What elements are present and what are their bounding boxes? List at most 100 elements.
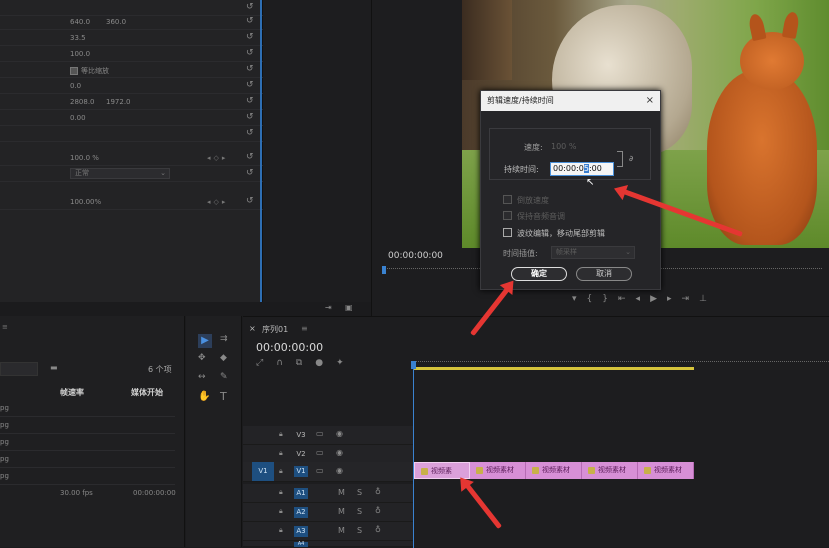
work-area-bar[interactable] bbox=[413, 367, 694, 370]
type-tool-icon[interactable]: T bbox=[220, 390, 227, 403]
reset-icon[interactable]: ↺ bbox=[246, 80, 256, 90]
dialog-titlebar[interactable]: 剪辑速度/持续时间 × bbox=[481, 91, 660, 111]
reverse-checkbox[interactable] bbox=[503, 195, 512, 204]
hand-tool-icon[interactable]: ✋ bbox=[198, 391, 210, 402]
lock-icon[interactable]: 🔒︎ bbox=[279, 467, 283, 476]
snap-icon[interactable]: ∩ bbox=[276, 358, 296, 368]
track-label[interactable]: A4 bbox=[294, 542, 308, 547]
scale-width-value[interactable]: 100.0 bbox=[70, 50, 90, 58]
list-item[interactable]: pg bbox=[0, 468, 175, 485]
reset-icon[interactable]: ↺ bbox=[246, 128, 256, 138]
track-label[interactable]: V1 bbox=[294, 466, 308, 477]
in-point-icon[interactable]: { bbox=[587, 294, 603, 304]
microphone-icon[interactable]: ♁ bbox=[375, 487, 381, 496]
solo-icon[interactable]: S bbox=[357, 526, 362, 535]
eye-icon[interactable]: ◉ bbox=[336, 448, 343, 457]
timeline-timecode[interactable]: 00:00:00:00 bbox=[256, 341, 323, 354]
video-clip[interactable]: 视频素材 bbox=[470, 462, 526, 479]
reset-icon[interactable]: ↺ bbox=[246, 112, 256, 122]
linked-icon[interactable]: ⧉ bbox=[296, 358, 315, 368]
wrench-icon[interactable]: ✦ bbox=[336, 358, 357, 368]
lift-icon[interactable]: ⊥ bbox=[699, 294, 717, 304]
reset-icon[interactable]: ↺ bbox=[246, 32, 256, 42]
export-frame-icon[interactable]: ▣ bbox=[345, 303, 353, 312]
marker-icon[interactable]: ▾ bbox=[572, 294, 587, 304]
go-to-in-icon[interactable]: ⇤ bbox=[618, 294, 636, 304]
list-item[interactable]: pg bbox=[0, 434, 175, 451]
list-item[interactable]: pg bbox=[0, 400, 175, 417]
lock-icon[interactable]: 🔒︎ bbox=[279, 449, 283, 458]
eye-icon[interactable]: ◉ bbox=[336, 466, 343, 475]
ripple-edit-icon[interactable]: ✥ bbox=[198, 353, 206, 363]
rotation-value[interactable]: 0.0 bbox=[70, 82, 81, 90]
selection-tool-icon[interactable]: ▶ bbox=[198, 334, 212, 348]
panel-menu-icon[interactable]: ≡ bbox=[2, 323, 8, 331]
search-input[interactable] bbox=[0, 362, 38, 376]
track-label[interactable]: A3 bbox=[294, 526, 308, 537]
out-point-icon[interactable]: } bbox=[602, 294, 618, 304]
video-clip[interactable]: 视频素材 bbox=[526, 462, 582, 479]
speed-value[interactable]: 100.00% bbox=[70, 198, 101, 206]
duration-input[interactable]: 00:00:05:00 bbox=[550, 162, 614, 176]
track-label[interactable]: A1 bbox=[294, 488, 308, 499]
insert-icon[interactable]: ⇥ bbox=[325, 303, 332, 312]
microphone-icon[interactable]: ♁ bbox=[375, 506, 381, 515]
lock-icon[interactable]: 🔒︎ bbox=[279, 488, 283, 497]
scale-value[interactable]: 33.5 bbox=[70, 34, 86, 42]
uniform-scale-checkbox[interactable]: 等比缩放 bbox=[70, 66, 109, 76]
reset-icon[interactable]: ↺ bbox=[246, 16, 256, 26]
interpolation-select[interactable]: 帧采样 ⌄ bbox=[551, 246, 635, 259]
sync-icon[interactable]: ▭ bbox=[316, 466, 324, 475]
ripple-checkbox[interactable] bbox=[503, 228, 512, 237]
nest-icon[interactable]: ⤢ bbox=[256, 358, 276, 368]
list-item[interactable]: pg bbox=[0, 417, 175, 434]
source-patch-v1[interactable]: V1 bbox=[252, 462, 274, 481]
solo-icon[interactable]: S bbox=[357, 507, 362, 516]
track-select-icon[interactable]: ⇉ bbox=[220, 334, 228, 344]
close-icon[interactable]: × bbox=[646, 91, 654, 111]
eye-icon[interactable]: ◉ bbox=[336, 429, 343, 438]
step-forward-icon[interactable]: ▸ bbox=[667, 294, 682, 304]
reset-icon[interactable]: ↺ bbox=[246, 48, 256, 58]
col-start-header[interactable]: 媒体开始 bbox=[131, 387, 163, 398]
reset-icon[interactable]: ↺ bbox=[246, 168, 256, 178]
col-framerate-header[interactable]: 帧速率 bbox=[60, 387, 84, 398]
reset-icon[interactable]: ↺ bbox=[246, 2, 256, 12]
position-y-value[interactable]: 360.0 bbox=[106, 18, 126, 26]
list-item[interactable]: 30.00 fps 00:00:00:00 bbox=[0, 485, 176, 502]
reset-icon[interactable]: ↺ bbox=[246, 196, 256, 206]
blend-mode-select[interactable]: 正常 ⌄ bbox=[70, 168, 170, 179]
mute-icon[interactable]: M bbox=[338, 526, 345, 535]
link-icon[interactable]: ∂ bbox=[629, 154, 633, 163]
go-to-out-icon[interactable]: ⇥ bbox=[682, 294, 700, 304]
close-tab-icon[interactable]: × bbox=[249, 324, 256, 333]
play-icon[interactable]: ▶ bbox=[650, 294, 667, 304]
panel-menu-icon[interactable]: ≡ bbox=[301, 324, 308, 333]
razor-tool-icon[interactable]: ◆ bbox=[220, 353, 227, 363]
solo-icon[interactable]: S bbox=[357, 488, 362, 497]
mute-icon[interactable]: M bbox=[338, 488, 345, 497]
pen-tool-icon[interactable]: ✎ bbox=[220, 372, 228, 382]
lock-icon[interactable]: 🔒︎ bbox=[279, 430, 283, 439]
speed-input[interactable]: 100 % bbox=[551, 142, 576, 151]
sequence-tab[interactable]: 序列01 bbox=[262, 324, 288, 335]
lock-icon[interactable]: 🔒︎ bbox=[279, 507, 283, 516]
program-timecode[interactable]: 00:00:00:00 bbox=[388, 251, 443, 261]
slip-tool-icon[interactable]: ↔ bbox=[198, 372, 206, 382]
track-label[interactable]: A2 bbox=[294, 507, 308, 518]
sync-icon[interactable]: ▭ bbox=[316, 429, 324, 438]
anchor-x-value[interactable]: 2808.0 bbox=[70, 98, 95, 106]
ok-button[interactable]: 确定 bbox=[511, 267, 567, 281]
antiflicker-value[interactable]: 0.00 bbox=[70, 114, 86, 122]
list-item[interactable]: pg bbox=[0, 451, 175, 468]
timeline-ruler[interactable] bbox=[413, 361, 829, 362]
keyframe-nav-icon[interactable]: ◂◇▸ bbox=[207, 198, 228, 206]
mute-icon[interactable]: M bbox=[338, 507, 345, 516]
reset-icon[interactable]: ↺ bbox=[246, 64, 256, 74]
monitor-playhead[interactable] bbox=[382, 266, 386, 274]
marker-icon[interactable]: ● bbox=[315, 358, 336, 368]
microphone-icon[interactable]: ♁ bbox=[375, 525, 381, 534]
opacity-value[interactable]: 100.0 % bbox=[70, 154, 99, 162]
reset-icon[interactable]: ↺ bbox=[246, 152, 256, 162]
lock-icon[interactable]: 🔒︎ bbox=[279, 526, 283, 535]
